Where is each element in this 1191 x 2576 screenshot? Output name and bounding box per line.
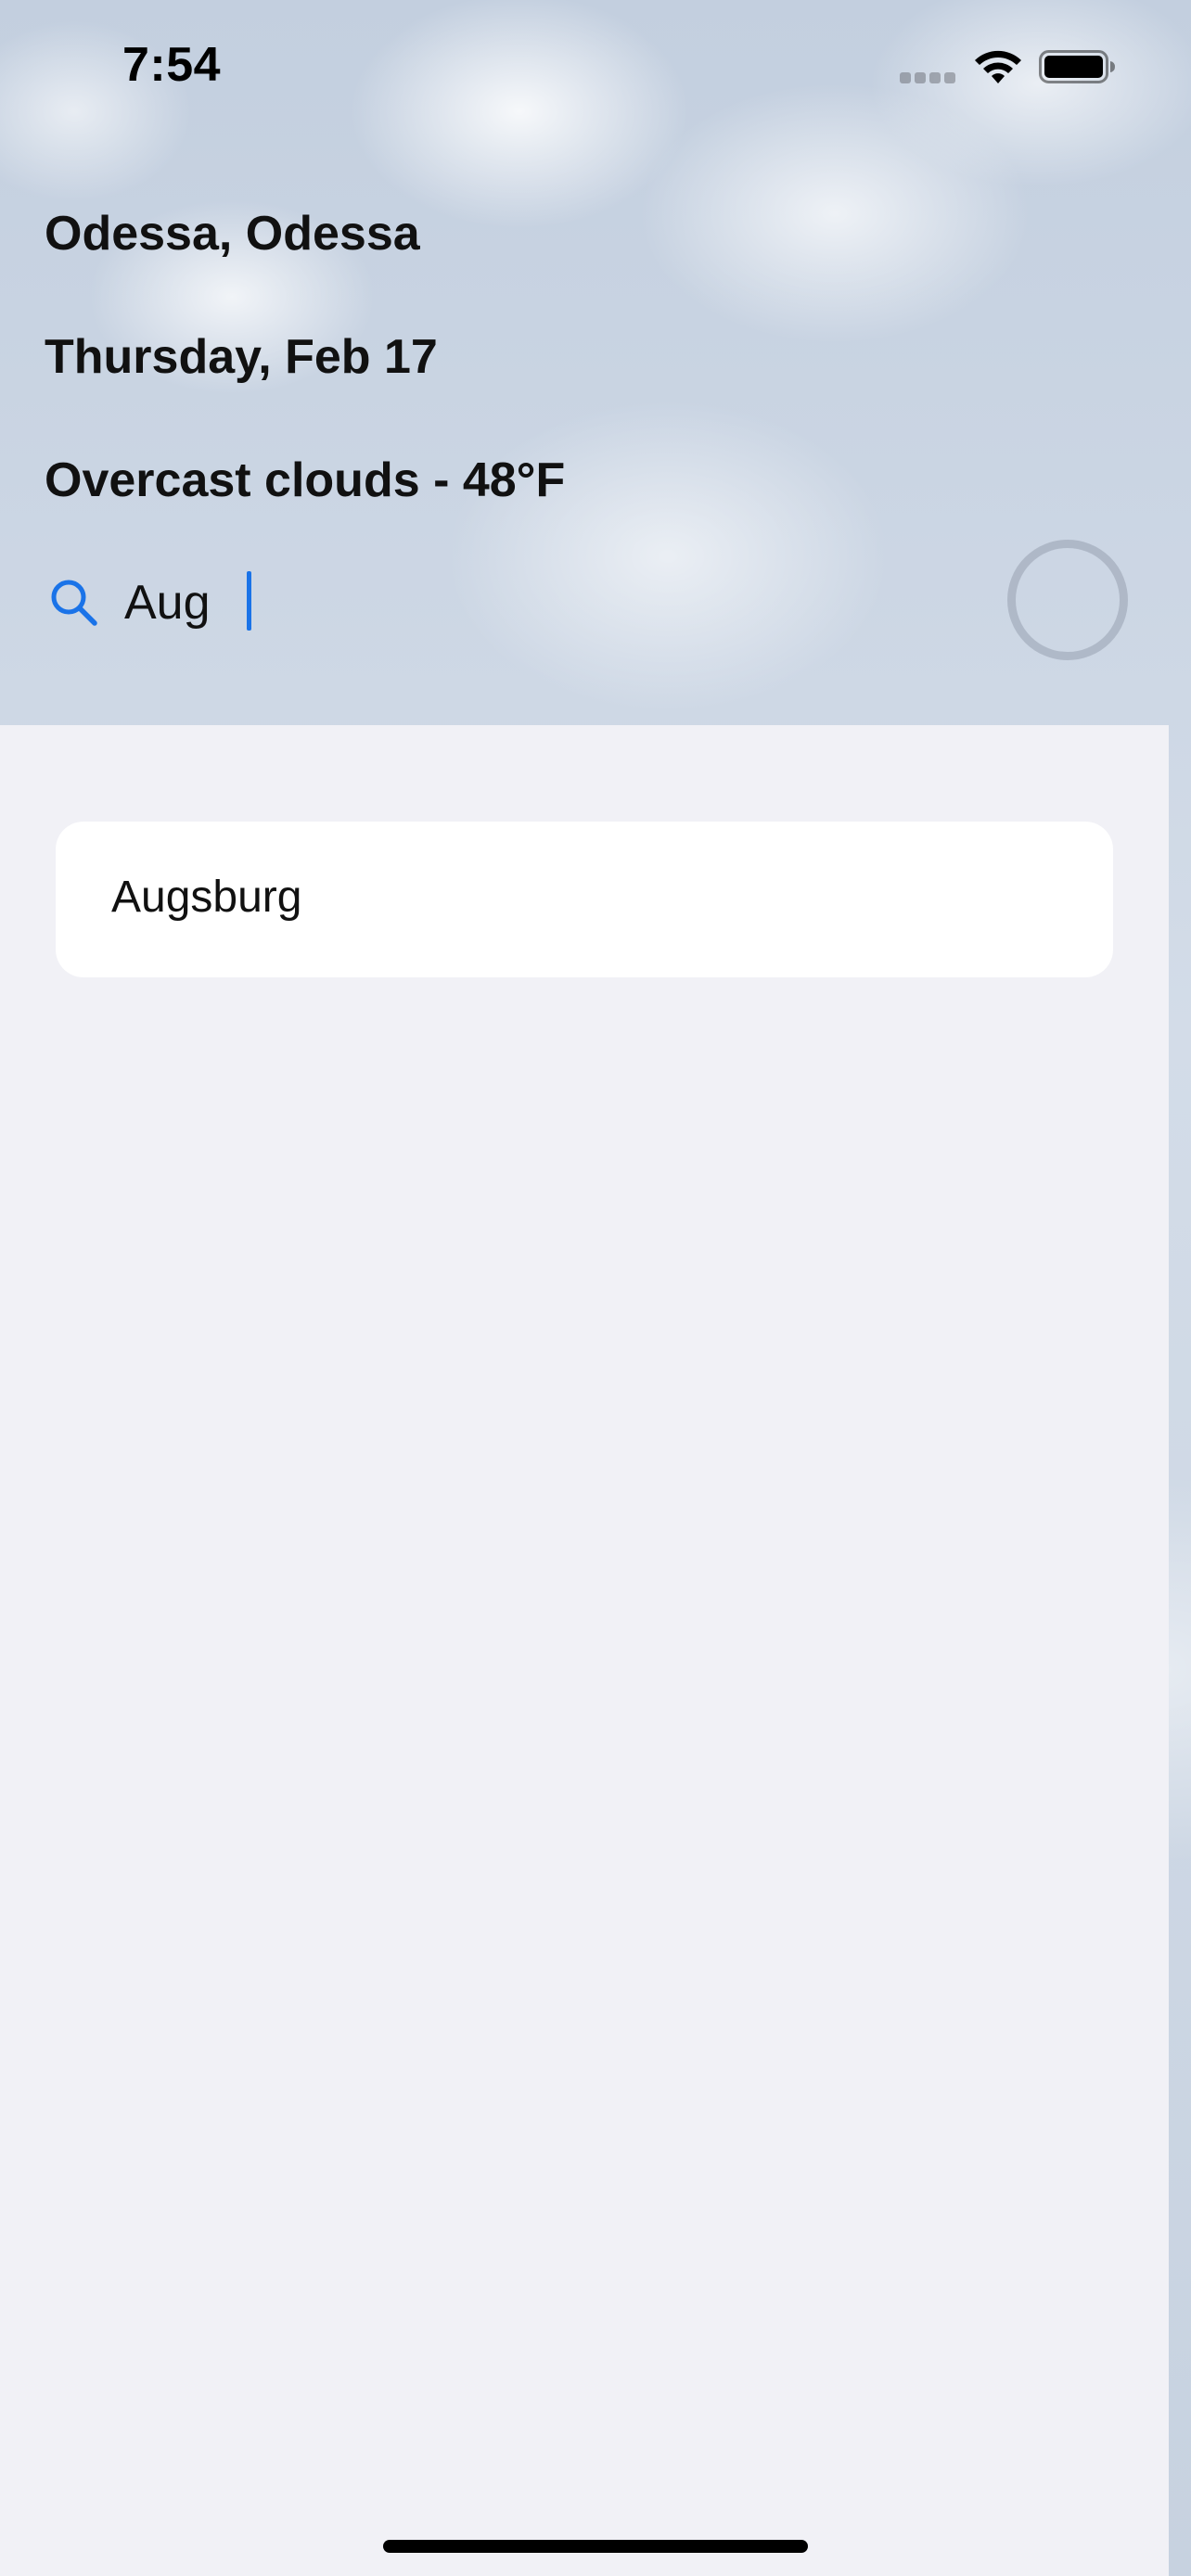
loading-indicator bbox=[1007, 540, 1128, 660]
home-indicator[interactable] bbox=[383, 2540, 808, 2553]
search-bar[interactable] bbox=[45, 547, 1018, 658]
weather-summary: Overcast clouds - 48°F bbox=[45, 453, 566, 507]
search-results-panel: Augsburg bbox=[0, 725, 1169, 2576]
location-title: Odessa, Odessa bbox=[45, 207, 420, 261]
battery-icon bbox=[1039, 50, 1115, 83]
status-time: 7:54 bbox=[122, 38, 222, 92]
search-icon[interactable] bbox=[48, 577, 98, 627]
date-label: Thursday, Feb 17 bbox=[45, 330, 438, 384]
weather-app-screen: 7:54 Odessa, Odessa Thursday, Feb 17 Ove… bbox=[0, 0, 1191, 2576]
text-cursor bbox=[247, 571, 251, 631]
search-result-item[interactable]: Augsburg bbox=[56, 822, 1113, 977]
status-bar: 7:54 bbox=[0, 0, 1191, 139]
search-result-label: Augsburg bbox=[111, 873, 302, 922]
search-input[interactable] bbox=[124, 566, 866, 640]
wifi-icon bbox=[975, 50, 1021, 83]
cellular-signal-icon bbox=[900, 72, 957, 83]
